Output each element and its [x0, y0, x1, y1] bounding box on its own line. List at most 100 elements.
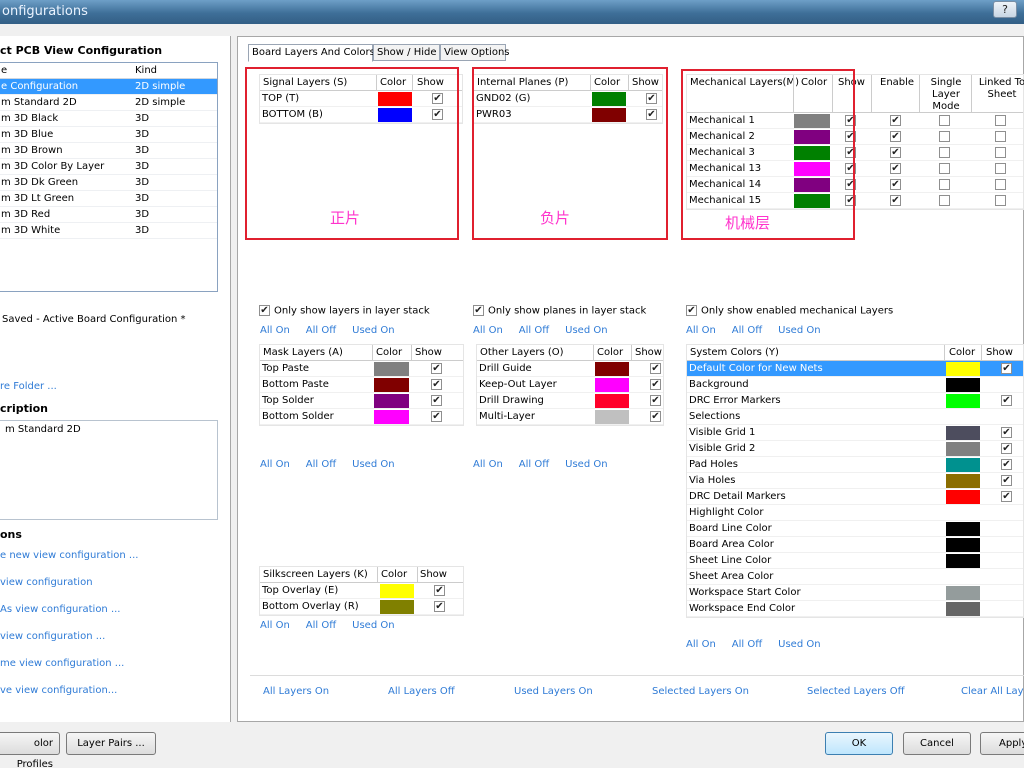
silk-row[interactable]: Top Overlay (E) ✔ — [260, 583, 463, 599]
tab-show-hide[interactable]: Show / Hide — [373, 44, 440, 61]
other-used-on-link[interactable]: Used On — [565, 459, 607, 470]
system-row[interactable]: Sheet Line Color — [687, 553, 1023, 569]
other-color-swatch[interactable] — [595, 362, 629, 376]
system-show-checkbox[interactable]: ✔ — [1001, 475, 1012, 486]
config-list[interactable]: e Kind e Configuration 2D simple m Standar… — [0, 62, 218, 292]
mech-linked-checkbox[interactable] — [995, 147, 1006, 158]
system-color-swatch[interactable] — [946, 474, 980, 488]
system-row[interactable]: Board Line Color — [687, 521, 1023, 537]
mech-all-off-link[interactable]: All Off — [732, 325, 762, 336]
other-show-checkbox[interactable]: ✔ — [650, 363, 661, 374]
system-color-swatch[interactable] — [946, 394, 980, 408]
action-link[interactable]: view configuration ... — [0, 631, 105, 642]
config-row[interactable]: m 3D Dk Green 3D — [0, 175, 217, 191]
other-all-off-link[interactable]: All Off — [519, 459, 549, 470]
only-show-planes-option[interactable]: ✔ Only show planes in layer stack — [473, 305, 646, 317]
action-link[interactable]: me view configuration ... — [0, 658, 124, 669]
system-color-swatch[interactable] — [946, 458, 980, 472]
config-row[interactable]: m 3D Brown 3D — [0, 143, 217, 159]
system-row[interactable]: Highlight Color — [687, 505, 1023, 521]
mech-linked-checkbox[interactable] — [995, 195, 1006, 206]
silk-used-on-link[interactable]: Used On — [352, 620, 394, 631]
mask-show-checkbox[interactable]: ✔ — [431, 411, 442, 422]
system-all-off-link[interactable]: All Off — [732, 639, 762, 650]
mech-all-on-link[interactable]: All On — [686, 325, 716, 336]
mask-color-swatch[interactable] — [374, 394, 409, 408]
mech-used-on-link[interactable]: Used On — [778, 325, 820, 336]
mech-single-layer-checkbox[interactable] — [939, 147, 950, 158]
mech-single-layer-checkbox[interactable] — [939, 195, 950, 206]
silk-color-swatch[interactable] — [380, 600, 414, 614]
system-row[interactable]: DRC Detail Markers ✔ — [687, 489, 1023, 505]
system-color-swatch[interactable] — [946, 586, 980, 600]
action-link[interactable]: As view configuration ... — [0, 604, 120, 615]
mask-show-checkbox[interactable]: ✔ — [431, 379, 442, 390]
other-row[interactable]: Keep-Out Layer ✔ — [477, 377, 663, 393]
other-show-checkbox[interactable]: ✔ — [650, 379, 661, 390]
only-show-layers-checkbox[interactable]: ✔ — [259, 305, 270, 316]
only-show-mech-option[interactable]: ✔ Only show enabled mechanical Layers — [686, 305, 893, 317]
system-color-swatch[interactable] — [946, 602, 980, 616]
planes-all-on-link[interactable]: All On — [473, 325, 503, 336]
mech-enable-checkbox[interactable]: ✔ — [890, 179, 901, 190]
col-kind-header[interactable]: Kind — [135, 65, 157, 76]
mask-all-off-link[interactable]: All Off — [306, 459, 336, 470]
mask-row[interactable]: Bottom Solder ✔ — [260, 409, 463, 425]
silk-row[interactable]: Bottom Overlay (R) ✔ — [260, 599, 463, 615]
silk-color-swatch[interactable] — [380, 584, 414, 598]
other-color-swatch[interactable] — [595, 410, 629, 424]
bottom-link[interactable]: All Layers Off — [388, 686, 455, 697]
system-row[interactable]: Sheet Area Color — [687, 569, 1023, 585]
mech-single-layer-checkbox[interactable] — [939, 115, 950, 126]
mask-show-checkbox[interactable]: ✔ — [431, 363, 442, 374]
col-name-header[interactable]: e — [1, 65, 7, 76]
action-link[interactable]: e new view configuration ... — [0, 550, 138, 561]
mech-linked-checkbox[interactable] — [995, 115, 1006, 126]
mech-enable-checkbox[interactable]: ✔ — [890, 115, 901, 126]
mech-linked-checkbox[interactable] — [995, 131, 1006, 142]
config-row[interactable]: m 3D White 3D — [0, 223, 217, 239]
system-show-checkbox[interactable]: ✔ — [1001, 395, 1012, 406]
cancel-button[interactable]: Cancel — [903, 732, 971, 755]
planes-all-off-link[interactable]: All Off — [519, 325, 549, 336]
mask-color-swatch[interactable] — [374, 378, 409, 392]
system-show-checkbox[interactable]: ✔ — [1001, 459, 1012, 470]
system-color-swatch[interactable] — [946, 506, 980, 520]
silk-show-checkbox[interactable]: ✔ — [434, 585, 445, 596]
action-link[interactable]: view configuration — [0, 577, 93, 588]
color-profiles-button[interactable]: olor Profiles — [0, 732, 60, 768]
config-row[interactable]: m 3D Black 3D — [0, 111, 217, 127]
system-all-on-link[interactable]: All On — [686, 639, 716, 650]
system-row[interactable]: Selections — [687, 409, 1023, 425]
system-row[interactable]: Workspace Start Color — [687, 585, 1023, 601]
system-show-checkbox[interactable]: ✔ — [1001, 427, 1012, 438]
system-color-swatch[interactable] — [946, 426, 980, 440]
system-color-swatch[interactable] — [946, 410, 980, 424]
mech-linked-checkbox[interactable] — [995, 179, 1006, 190]
config-row[interactable]: m Standard 2D 2D simple — [0, 95, 217, 111]
mask-show-checkbox[interactable]: ✔ — [431, 395, 442, 406]
explore-folder-link[interactable]: re Folder ... — [0, 381, 57, 392]
system-show-checkbox[interactable]: ✔ — [1001, 363, 1012, 374]
system-used-on-link[interactable]: Used On — [778, 639, 820, 650]
bottom-link[interactable]: All Layers On — [263, 686, 329, 697]
other-show-checkbox[interactable]: ✔ — [650, 395, 661, 406]
apply-button[interactable]: Apply — [980, 732, 1024, 755]
system-row[interactable]: Board Area Color — [687, 537, 1023, 553]
other-show-checkbox[interactable]: ✔ — [650, 411, 661, 422]
layer-pairs-button[interactable]: Layer Pairs ... — [66, 732, 156, 755]
mech-linked-checkbox[interactable] — [995, 163, 1006, 174]
system-color-swatch[interactable] — [946, 378, 980, 392]
other-row[interactable]: Multi-Layer ✔ — [477, 409, 663, 425]
silk-show-checkbox[interactable]: ✔ — [434, 601, 445, 612]
bottom-link[interactable]: Clear All Layer — [961, 686, 1024, 697]
system-color-swatch[interactable] — [946, 522, 980, 536]
mech-enable-checkbox[interactable]: ✔ — [890, 131, 901, 142]
config-row[interactable]: m 3D Color By Layer 3D — [0, 159, 217, 175]
system-show-checkbox[interactable]: ✔ — [1001, 443, 1012, 454]
bottom-link[interactable]: Selected Layers Off — [807, 686, 905, 697]
system-color-swatch[interactable] — [946, 538, 980, 552]
system-row[interactable]: Default Color for New Nets ✔ — [687, 361, 1023, 377]
other-row[interactable]: Drill Guide ✔ — [477, 361, 663, 377]
config-row[interactable]: m 3D Red 3D — [0, 207, 217, 223]
